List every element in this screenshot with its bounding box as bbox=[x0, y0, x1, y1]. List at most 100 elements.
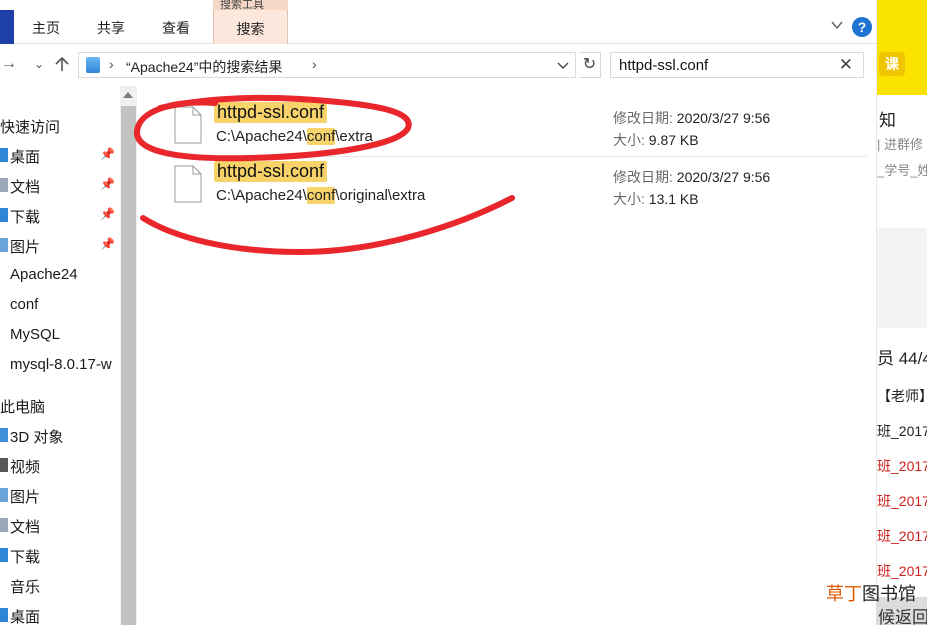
bg-line: 班_2017 bbox=[877, 458, 927, 474]
address-row: → ⌄ › “Apache24”中的搜索结果 › ↻ httpd-ssl.con… bbox=[0, 44, 876, 86]
navigation-scrollbar[interactable] bbox=[120, 86, 137, 625]
size-label: 大小: bbox=[613, 132, 645, 148]
clear-search-icon[interactable]: ✕ bbox=[839, 55, 853, 75]
search-results-folder-icon bbox=[86, 57, 100, 73]
pin-icon[interactable]: 📌 bbox=[100, 147, 115, 161]
sidebar-item-documents[interactable]: 文档 📌 bbox=[0, 170, 120, 200]
bg-line: 员 44/4 bbox=[877, 349, 927, 368]
music-icon bbox=[0, 578, 8, 592]
up-arrow-icon[interactable] bbox=[53, 55, 71, 73]
result-file-path: C:\Apache24\conf\original\extra bbox=[216, 187, 425, 204]
size-value: 13.1 KB bbox=[648, 191, 699, 207]
file-icon bbox=[174, 106, 202, 144]
background-band bbox=[877, 228, 927, 328]
sidebar-item-mysql-8[interactable]: mysql-8.0.17-w bbox=[0, 350, 120, 380]
sidebar-item-label: 视频 bbox=[10, 459, 41, 476]
path-highlight: conf bbox=[306, 128, 336, 145]
title-bar bbox=[0, 0, 876, 10]
address-bar[interactable]: › “Apache24”中的搜索结果 › bbox=[78, 52, 576, 78]
sidebar-item-downloads[interactable]: 下载 📌 bbox=[0, 200, 120, 230]
sidebar-item-documents-pc[interactable]: 文档 bbox=[0, 510, 120, 540]
sidebar-item-label: 图片 bbox=[10, 239, 41, 256]
help-icon[interactable]: ? bbox=[852, 17, 872, 37]
scrollbar-thumb[interactable] bbox=[121, 106, 136, 625]
documents-icon bbox=[0, 518, 8, 532]
modified-date: 修改日期: 2020/3/27 9:56 bbox=[613, 167, 770, 187]
sidebar-item-desktop[interactable]: 桌面 📌 bbox=[0, 140, 120, 170]
file-size: 大小: 13.1 KB bbox=[613, 189, 699, 209]
sidebar-item-label: 文档 bbox=[10, 179, 41, 196]
videos-icon bbox=[0, 458, 8, 472]
quick-access[interactable]: 快速访问 bbox=[0, 110, 120, 140]
breadcrumb-separator-icon[interactable]: › bbox=[109, 56, 114, 72]
result-file-name[interactable]: httpd-ssl.conf bbox=[214, 161, 328, 182]
bg-line: 班_2017 bbox=[877, 528, 927, 544]
path-prefix: C:\Apache24\ bbox=[216, 128, 307, 145]
bg-line: 知 bbox=[879, 111, 896, 130]
bg-line: 候返回 bbox=[878, 608, 927, 625]
modified-label: 修改日期: bbox=[613, 169, 673, 185]
sidebar-item-pictures[interactable]: 图片 📌 bbox=[0, 230, 120, 260]
sidebar-item-mysql[interactable]: MySQL bbox=[0, 320, 120, 350]
breadcrumb-location[interactable]: “Apache24”中的搜索结果 bbox=[126, 57, 282, 77]
result-file-path: C:\Apache24\conf\extra bbox=[216, 128, 373, 145]
sidebar-item-label: 音乐 bbox=[10, 579, 41, 596]
search-results-pane: httpd-ssl.conf C:\Apache24\conf\extra 修改… bbox=[137, 86, 876, 625]
address-dropdown-icon[interactable] bbox=[557, 57, 569, 73]
watermark-dark: 图书馆 bbox=[862, 584, 916, 604]
tab-view[interactable]: 查看 bbox=[162, 18, 190, 38]
result-file-name[interactable]: httpd-ssl.conf bbox=[214, 102, 328, 123]
sidebar-item-apache24[interactable]: Apache24 bbox=[0, 260, 120, 290]
sidebar-item-label: 桌面 bbox=[10, 609, 41, 625]
bg-line: 【老师】第 bbox=[877, 388, 927, 404]
bg-line: 班_2017 bbox=[877, 423, 927, 439]
pin-icon[interactable]: 📌 bbox=[100, 237, 115, 251]
ribbon-expand-chevron-icon[interactable] bbox=[830, 18, 844, 32]
sidebar-item-label: 桌面 bbox=[10, 149, 41, 166]
navigation-pane: 快速访问 桌面 📌 文档 📌 下载 📌 图片 📌 Apache24 conf M… bbox=[0, 86, 120, 625]
modified-value: 2020/3/27 9:56 bbox=[676, 110, 771, 126]
sidebar-item-label: conf bbox=[10, 296, 39, 313]
pin-icon[interactable]: 📌 bbox=[100, 177, 115, 191]
back-arrow-icon[interactable]: → bbox=[0, 55, 18, 73]
bg-line: _学号_姓 bbox=[877, 163, 927, 178]
sidebar-item-music[interactable]: 音乐 bbox=[0, 570, 120, 600]
tab-home[interactable]: 主页 bbox=[32, 18, 60, 38]
pictures-icon bbox=[0, 238, 8, 252]
breadcrumb-separator-icon[interactable]: › bbox=[312, 56, 317, 72]
background-header bbox=[877, 0, 927, 95]
list-item[interactable]: httpd-ssl.conf C:\Apache24\conf\extra 修改… bbox=[167, 100, 867, 160]
recent-dropdown-icon[interactable]: ⌄ bbox=[30, 55, 48, 73]
file-size: 大小: 9.87 KB bbox=[613, 130, 699, 150]
sidebar-item-label: Apache24 bbox=[10, 266, 78, 283]
bg-line: | 进群修 bbox=[877, 137, 923, 152]
downloads-icon bbox=[0, 208, 8, 222]
refresh-icon[interactable]: ↻ bbox=[579, 52, 601, 78]
path-highlight: conf bbox=[306, 187, 336, 204]
sidebar-item-3d-objects[interactable]: 3D 对象 bbox=[0, 420, 120, 450]
sidebar-item-label: 图片 bbox=[10, 489, 41, 506]
sidebar-item-pictures-pc[interactable]: 图片 bbox=[0, 480, 120, 510]
watermark-orange: 草丁 bbox=[826, 584, 862, 604]
background-window: 课 知 | 进群修 _学号_姓 员 44/4 【老师】第 班_2017 班_20… bbox=[876, 0, 927, 625]
path-suffix: \original\extra bbox=[335, 187, 426, 204]
path-prefix: C:\Apache24\ bbox=[216, 187, 307, 204]
tab-search[interactable]: 搜索 bbox=[213, 10, 288, 44]
sidebar-item-label: mysql-8.0.17-w bbox=[10, 356, 112, 373]
watermark: 草丁图书馆 bbox=[826, 580, 916, 606]
sidebar-item-downloads-pc[interactable]: 下载 bbox=[0, 540, 120, 570]
tab-share[interactable]: 共享 bbox=[97, 18, 125, 38]
list-item[interactable]: httpd-ssl.conf C:\Apache24\conf\original… bbox=[167, 159, 867, 219]
file-tab[interactable] bbox=[0, 10, 14, 44]
scroll-up-arrow-icon[interactable] bbox=[123, 92, 133, 98]
search-query-text[interactable]: httpd-ssl.conf bbox=[619, 57, 708, 74]
ribbon: 主页 共享 查看 搜索 ? bbox=[0, 10, 876, 44]
course-badge: 课 bbox=[879, 52, 905, 76]
sidebar-item-conf[interactable]: conf bbox=[0, 290, 120, 320]
sidebar-item-desktop-pc[interactable]: 桌面 bbox=[0, 600, 120, 625]
pin-icon[interactable]: 📌 bbox=[100, 207, 115, 221]
sidebar-item-label: 文档 bbox=[10, 519, 41, 536]
search-input[interactable]: httpd-ssl.conf ✕ bbox=[610, 52, 864, 78]
sidebar-item-videos[interactable]: 视频 bbox=[0, 450, 120, 480]
this-pc[interactable]: 此电脑 bbox=[0, 390, 120, 420]
